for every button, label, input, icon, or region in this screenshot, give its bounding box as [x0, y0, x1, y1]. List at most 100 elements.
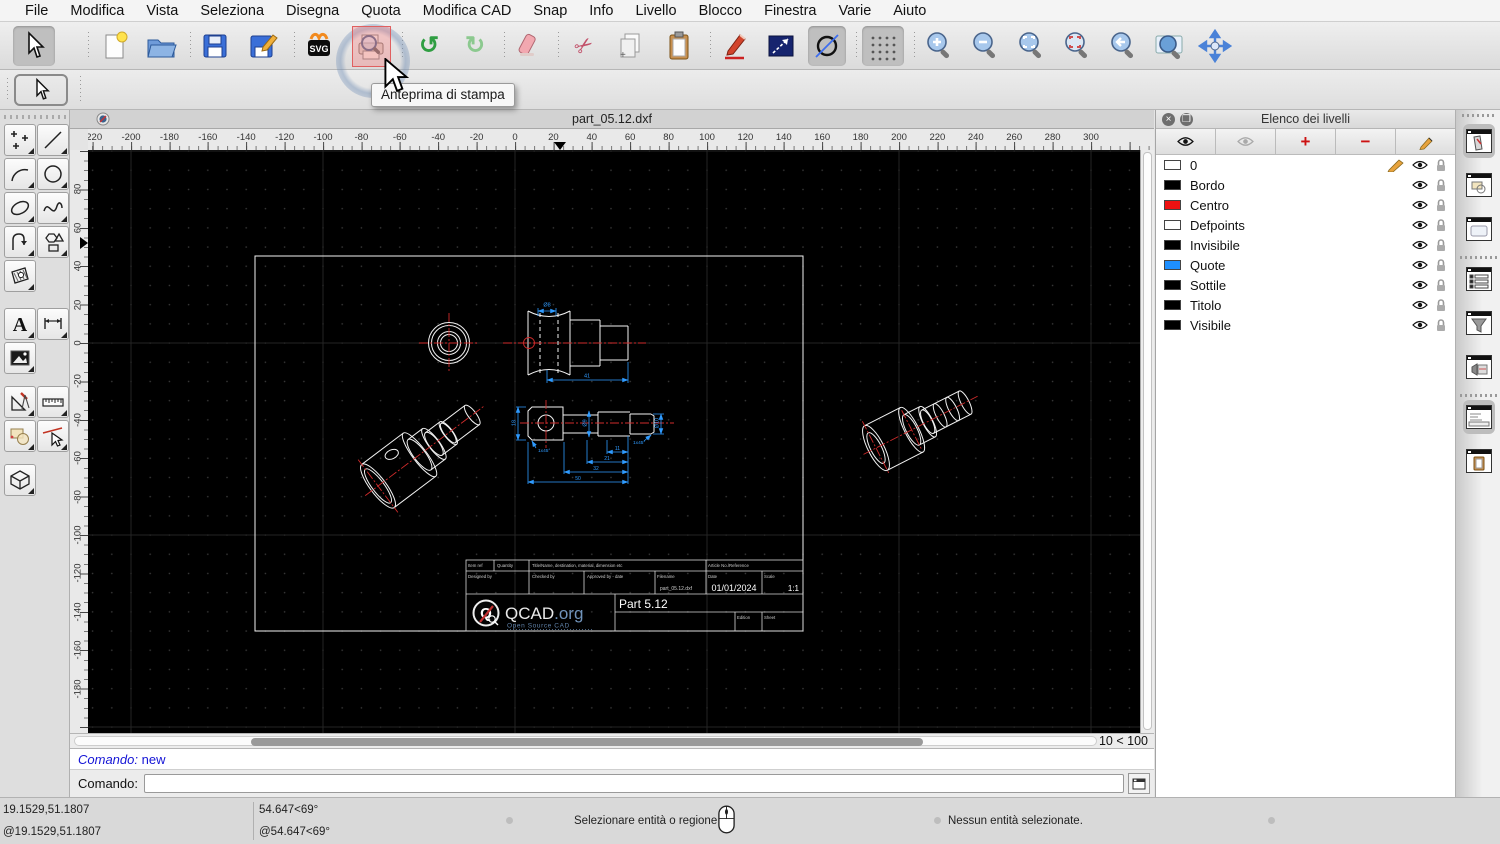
save-as-button[interactable]	[244, 26, 282, 66]
zoom-out-button[interactable]	[966, 26, 1004, 66]
draw-shape-tool[interactable]	[37, 226, 69, 258]
select-window-button[interactable]	[762, 26, 800, 66]
save-button[interactable]	[196, 26, 234, 66]
open-file-button[interactable]	[142, 26, 180, 66]
zoom-selection-button[interactable]	[1058, 26, 1096, 66]
layer-lock-icon[interactable]	[1435, 178, 1447, 192]
new-document-button[interactable]	[96, 26, 134, 66]
menu-aiuto[interactable]: Aiuto	[882, 3, 937, 19]
modify-tools[interactable]	[4, 386, 36, 418]
layer-lock-icon[interactable]	[1435, 238, 1447, 252]
draw-polyline-tool[interactable]	[4, 226, 36, 258]
layer-visibility-eye-icon[interactable]	[1412, 240, 1428, 250]
dimension-tool[interactable]	[37, 308, 69, 340]
zoom-pan-button[interactable]	[1196, 26, 1234, 66]
edit-properties-button[interactable]	[716, 26, 754, 66]
draw-spline-tool[interactable]	[37, 192, 69, 224]
layer-row[interactable]: Bordo	[1156, 175, 1455, 195]
draw-text-tool[interactable]: A	[4, 308, 36, 340]
horizontal-scrollbar-thumb[interactable]	[251, 738, 923, 746]
menu-modifica[interactable]: Modifica	[59, 3, 135, 19]
draw-circle-tool[interactable]	[37, 158, 69, 190]
zoom-in-button[interactable]	[920, 26, 958, 66]
draw-arc-tool[interactable]	[4, 158, 36, 190]
draw-line-tool[interactable]	[37, 124, 69, 156]
layer-lock-icon[interactable]	[1435, 198, 1447, 212]
layer-color-swatch[interactable]	[1164, 260, 1181, 270]
delete-button[interactable]	[510, 26, 548, 66]
layer-color-swatch[interactable]	[1164, 200, 1181, 210]
layer-row[interactable]: Sottile	[1156, 275, 1455, 295]
zoom-window-button[interactable]	[1150, 26, 1188, 66]
layer-color-swatch[interactable]	[1164, 180, 1181, 190]
clipboard-dock-button[interactable]	[1463, 444, 1495, 478]
redo-button[interactable]: ↻	[456, 26, 494, 66]
cut-button[interactable]: ✂	[565, 26, 603, 66]
layer-visibility-eye-icon[interactable]	[1412, 180, 1428, 190]
block-tools[interactable]	[4, 420, 36, 452]
draw-point-tool[interactable]	[4, 124, 36, 156]
layer-row[interactable]: Visibile	[1156, 315, 1455, 335]
layer-lock-icon[interactable]	[1435, 158, 1447, 172]
block-list-dock-button[interactable]	[1463, 168, 1495, 202]
layer-color-swatch[interactable]	[1164, 280, 1181, 290]
remove-layer-button[interactable]: −	[1336, 129, 1396, 154]
layer-color-swatch[interactable]	[1164, 220, 1181, 230]
menu-snap[interactable]: Snap	[522, 3, 578, 19]
layer-lock-icon[interactable]	[1435, 258, 1447, 272]
grid-toggle-button[interactable]	[862, 26, 904, 66]
layer-color-swatch[interactable]	[1164, 300, 1181, 310]
menu-info[interactable]: Info	[578, 3, 624, 19]
layer-row[interactable]: Centro	[1156, 195, 1455, 215]
layer-visibility-eye-icon[interactable]	[1412, 220, 1428, 230]
command-input[interactable]	[144, 774, 1124, 793]
horizontal-scrollbar[interactable]	[74, 736, 1097, 746]
menu-livello[interactable]: Livello	[624, 3, 687, 19]
command-line-dock-button[interactable]	[1463, 400, 1495, 434]
paste-button[interactable]	[660, 26, 698, 66]
library-browser-dock-button[interactable]	[1463, 350, 1495, 384]
vertical-scrollbar[interactable]	[1140, 150, 1154, 733]
layer-color-swatch[interactable]	[1164, 240, 1181, 250]
print-preview-button[interactable]	[352, 26, 390, 66]
view-3d-tools[interactable]	[4, 464, 36, 496]
layer-visibility-eye-icon[interactable]	[1412, 300, 1428, 310]
vertical-scrollbar-thumb[interactable]	[1143, 152, 1152, 730]
layer-color-swatch[interactable]	[1164, 160, 1181, 170]
menu-file[interactable]: File	[14, 3, 59, 19]
menu-modifica-cad[interactable]: Modifica CAD	[412, 3, 523, 19]
layer-visibility-eye-icon[interactable]	[1412, 260, 1428, 270]
edit-layer-button[interactable]	[1396, 129, 1455, 154]
layer-lock-icon[interactable]	[1435, 278, 1447, 292]
layer-row[interactable]: 0	[1156, 155, 1455, 175]
menu-finestra[interactable]: Finestra	[753, 3, 827, 19]
selection-tool-button[interactable]	[13, 26, 55, 66]
layer-visibility-eye-icon[interactable]	[1412, 320, 1428, 330]
draw-ellipse-tool[interactable]	[4, 192, 36, 224]
menu-seleziona[interactable]: Seleziona	[189, 3, 275, 19]
copy-button[interactable]: +	[612, 26, 650, 66]
layer-row[interactable]: Defpoints	[1156, 215, 1455, 235]
draw-hatch-tool[interactable]	[4, 260, 36, 292]
restrict-orthogonal-button[interactable]	[808, 26, 846, 66]
command-options-button[interactable]	[1128, 773, 1150, 794]
layer-color-swatch[interactable]	[1164, 320, 1181, 330]
show-all-layers-button[interactable]	[1156, 129, 1216, 154]
hide-all-layers-button[interactable]	[1216, 129, 1276, 154]
layer-visibility-eye-icon[interactable]	[1412, 280, 1428, 290]
selection-filter-dock-button[interactable]	[1463, 306, 1495, 340]
layer-lock-icon[interactable]	[1435, 318, 1447, 332]
measure-tools[interactable]	[37, 386, 69, 418]
layer-visibility-eye-icon[interactable]	[1412, 160, 1428, 170]
menu-vista[interactable]: Vista	[135, 3, 189, 19]
layer-row[interactable]: Titolo	[1156, 295, 1455, 315]
insert-image-tool[interactable]	[4, 342, 36, 374]
layer-lock-icon[interactable]	[1435, 218, 1447, 232]
layer-lock-icon[interactable]	[1435, 298, 1447, 312]
select-tool-button[interactable]	[14, 74, 68, 106]
menu-disegna[interactable]: Disegna	[275, 3, 350, 19]
drawing-canvas[interactable]: .w { stroke:#f2f2f2; stroke-width:1; fil…	[88, 150, 1140, 733]
layer-row[interactable]: Invisibile	[1156, 235, 1455, 255]
layer-row[interactable]: Quote	[1156, 255, 1455, 275]
menu-blocco[interactable]: Blocco	[688, 3, 754, 19]
